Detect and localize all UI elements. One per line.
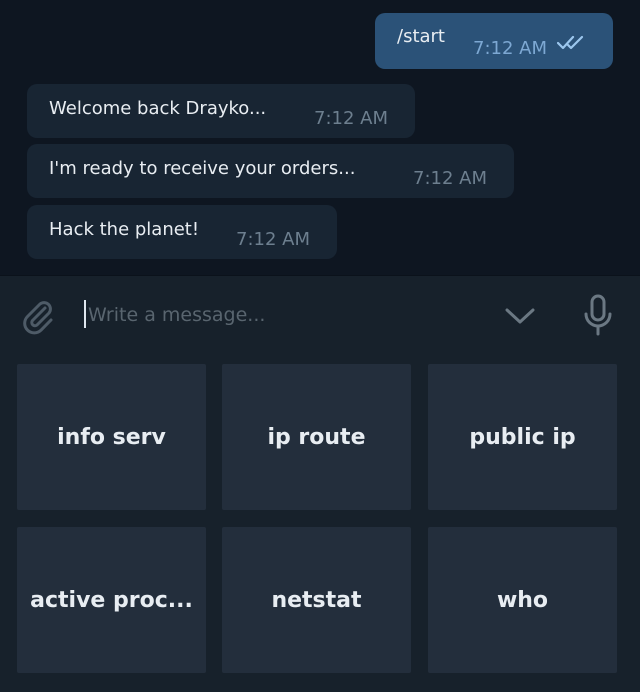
message-text: I'm ready to receive your orders... [49, 158, 356, 179]
paperclip-icon[interactable] [18, 296, 58, 336]
keyboard-button-who[interactable]: who [428, 527, 617, 673]
microphone-icon[interactable] [578, 292, 618, 340]
message-incoming[interactable]: Hack the planet! 7:12 AM [27, 205, 337, 259]
message-time: 7:12 AM [314, 108, 388, 129]
message-time: 7:12 AM [473, 38, 547, 59]
message-time: 7:12 AM [413, 168, 487, 189]
message-incoming[interactable]: Welcome back Drayko... 7:12 AM [27, 84, 415, 138]
message-outgoing[interactable]: /start 7:12 AM [375, 13, 613, 69]
keyboard-button-netstat[interactable]: netstat [222, 527, 411, 673]
chevron-down-icon[interactable] [502, 302, 538, 330]
keyboard-button-active-proc[interactable]: active proc... [17, 527, 206, 673]
double-check-icon [557, 34, 589, 50]
message-text: Hack the planet! [49, 219, 200, 240]
keyboard-button-info-serv[interactable]: info serv [17, 364, 206, 510]
message-time: 7:12 AM [236, 229, 310, 250]
message-input[interactable] [88, 298, 468, 332]
message-list: /start 7:12 AM Welcome back Drayko... 7:… [0, 0, 640, 276]
message-text: /start [397, 26, 445, 47]
text-cursor [84, 300, 86, 328]
keyboard-button-public-ip[interactable]: public ip [428, 364, 617, 510]
message-text: Welcome back Drayko... [49, 98, 267, 119]
keyboard-button-ip-route[interactable]: ip route [222, 364, 411, 510]
composer: info serv ip route public ip active proc… [0, 276, 640, 692]
message-incoming[interactable]: I'm ready to receive your orders... 7:12… [27, 144, 514, 198]
